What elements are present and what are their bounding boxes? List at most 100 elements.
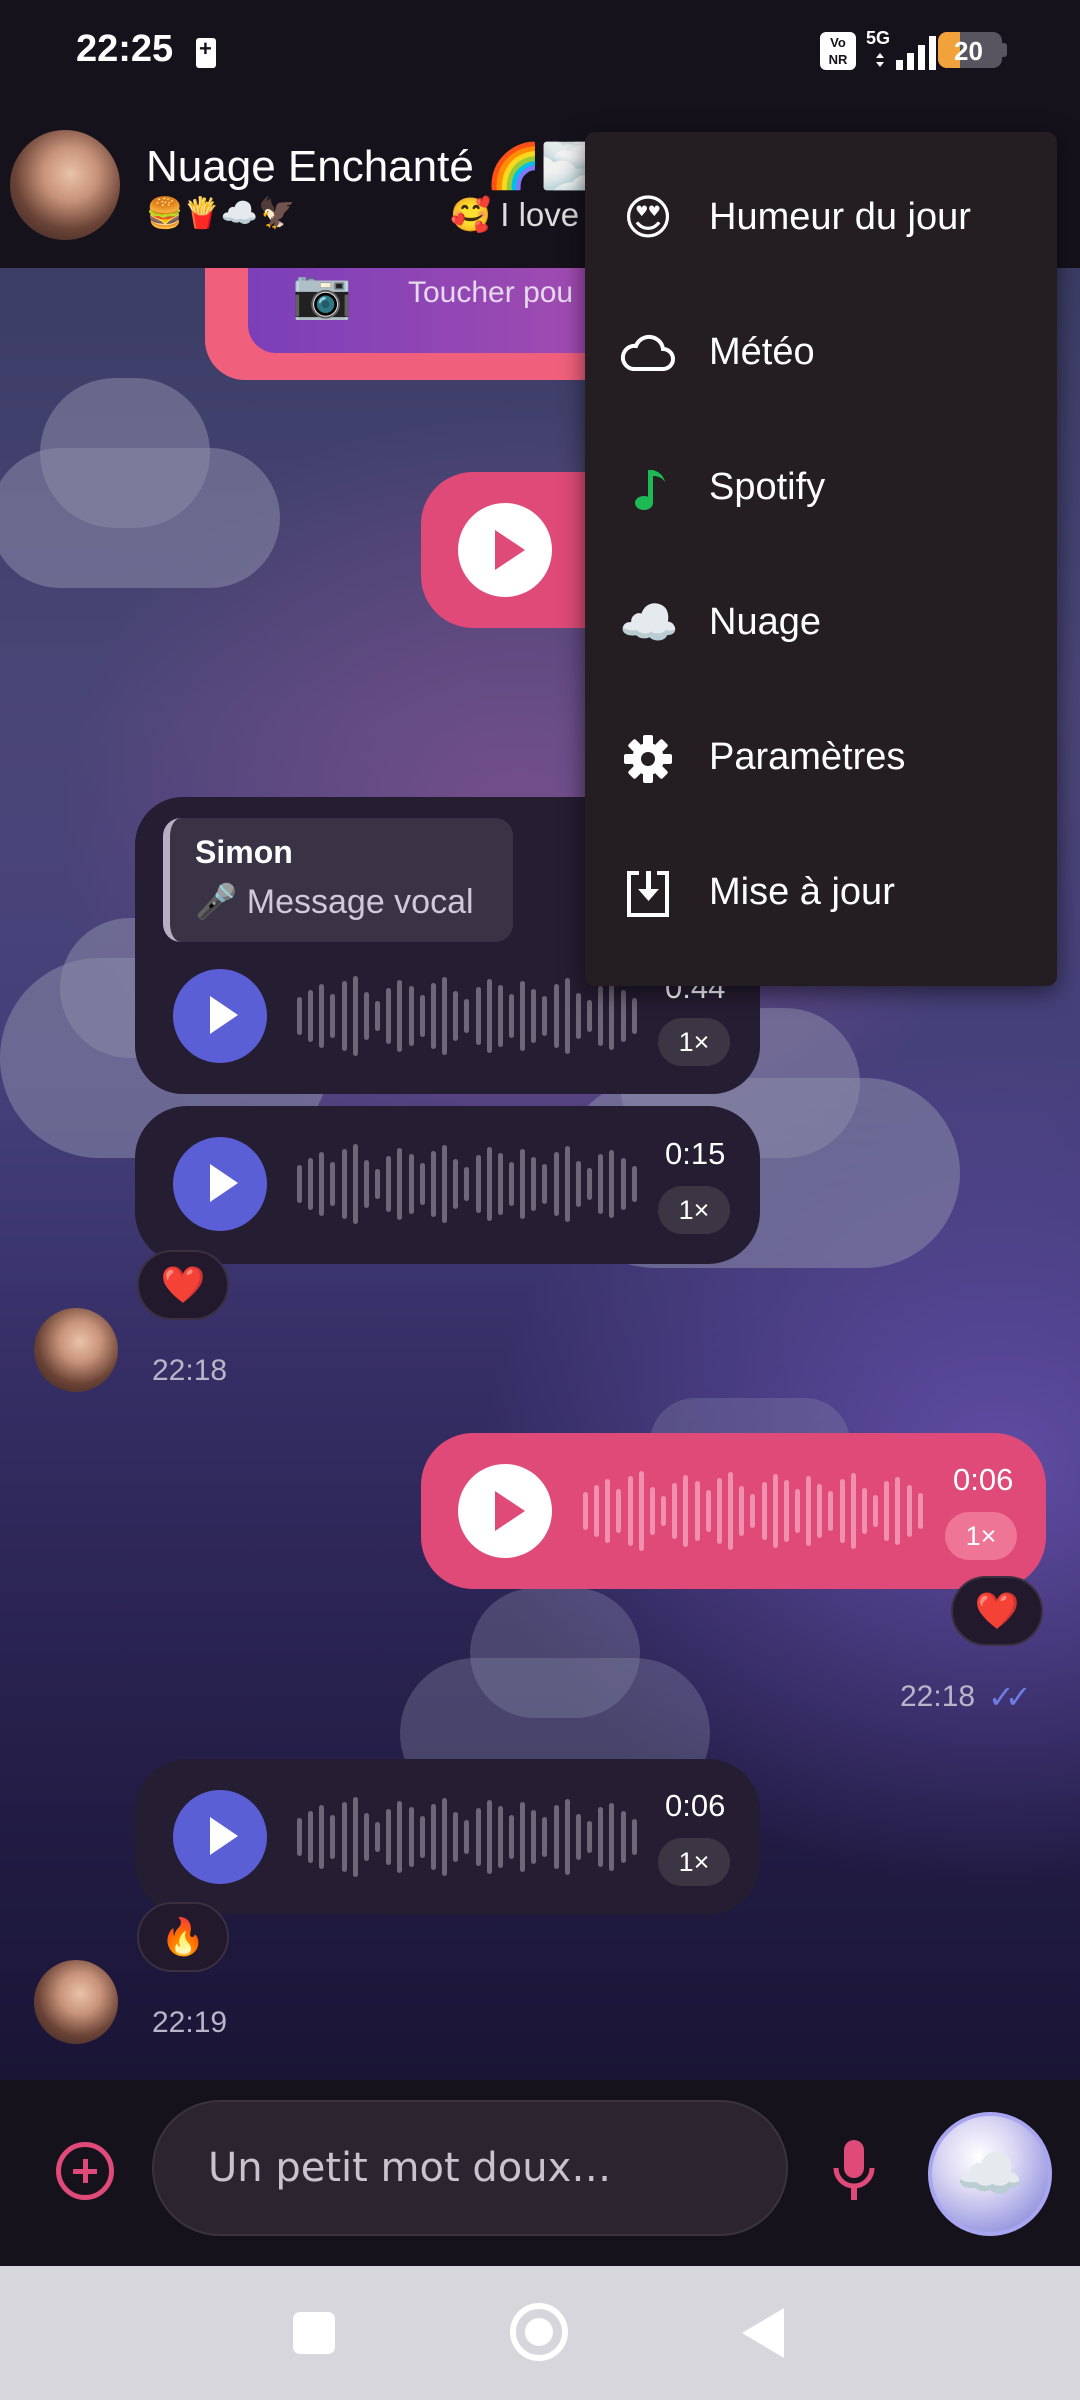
waveform-bar xyxy=(475,1155,481,1213)
waveform-bar xyxy=(609,1803,615,1871)
play-button[interactable] xyxy=(173,1137,267,1231)
waveform-bar xyxy=(839,1479,845,1543)
contact-avatar[interactable] xyxy=(10,130,120,240)
message-reaction[interactable]: ❤️ xyxy=(951,1576,1043,1646)
contact-status-emojis: 🍔🍟☁️🦅 xyxy=(146,197,296,230)
message-timestamp: 22:18 xyxy=(152,1354,228,1387)
waveform-bar xyxy=(564,1146,570,1222)
playback-speed-button[interactable]: 1× xyxy=(658,1186,730,1234)
waveform-bar xyxy=(308,1811,314,1863)
waveform-bar xyxy=(906,1485,912,1537)
play-button[interactable] xyxy=(458,503,552,597)
menu-item-humeur[interactable]: 😍 Humeur du jour xyxy=(585,150,1057,285)
waveform-bar xyxy=(464,1820,470,1854)
waveform-bar xyxy=(430,1804,436,1870)
wallpaper-cloud xyxy=(40,378,210,528)
waveform-bar xyxy=(917,1493,923,1529)
waveform-bar xyxy=(620,1158,626,1210)
waveform-bar xyxy=(884,1481,890,1541)
waveform-bar xyxy=(352,976,358,1056)
waveform-bar xyxy=(508,994,514,1038)
back-button[interactable] xyxy=(742,2308,784,2358)
waveform-bar xyxy=(605,1479,611,1543)
play-button[interactable] xyxy=(173,1790,267,1884)
waveform-bar xyxy=(308,990,314,1042)
waveform-bar xyxy=(705,1490,711,1532)
waveform-bar xyxy=(873,1495,879,1527)
microphone-icon[interactable] xyxy=(830,2138,878,2206)
menu-item-label: Météo xyxy=(709,331,815,373)
playback-speed-button[interactable]: 1× xyxy=(945,1512,1017,1560)
voice-waveform[interactable] xyxy=(297,974,637,1058)
waveform-bar xyxy=(363,1160,369,1208)
heart-eyes-emoji-icon: 😍 xyxy=(622,192,674,245)
contact-name[interactable]: Nuage Enchanté 🌈🌫️ xyxy=(146,140,596,192)
waveform-bar xyxy=(442,1798,448,1876)
waveform-bar xyxy=(520,981,526,1051)
message-input[interactable] xyxy=(152,2100,788,2236)
waveform-bar xyxy=(486,979,492,1053)
voice-waveform[interactable] xyxy=(297,1142,637,1226)
waveform-bar xyxy=(386,988,392,1044)
waveform-bar xyxy=(419,995,425,1037)
recents-button[interactable] xyxy=(293,2312,335,2354)
waveform-bar xyxy=(520,1802,526,1872)
playback-speed-button[interactable]: 1× xyxy=(658,1018,730,1066)
waveform-bar xyxy=(575,993,581,1039)
waveform-bar xyxy=(575,1161,581,1207)
battery-icon: 20 xyxy=(938,32,1002,68)
battery-level: 20 xyxy=(954,36,983,66)
waveform-bar xyxy=(297,1165,302,1203)
waveform-bar xyxy=(583,1492,588,1530)
message-timestamp: 22:19 xyxy=(152,2006,228,2039)
waveform-bar xyxy=(497,985,503,1047)
waveform-bar xyxy=(587,1000,593,1032)
wallpaper-cloud xyxy=(470,1588,640,1718)
add-attachment-button[interactable] xyxy=(56,2142,114,2200)
message-reaction[interactable]: ❤️ xyxy=(137,1250,229,1320)
waveform-bar xyxy=(497,1806,503,1868)
voice-waveform[interactable] xyxy=(297,1795,637,1879)
waveform-bar xyxy=(772,1474,778,1548)
waveform-bar xyxy=(861,1488,867,1534)
waveform-bar xyxy=(453,991,459,1041)
status-time: 22:25 xyxy=(76,28,174,70)
waveform-bar xyxy=(806,1476,812,1546)
waveform-bar xyxy=(661,1496,667,1526)
waveform-bar xyxy=(616,1489,622,1533)
menu-item-spotify[interactable]: Spotify xyxy=(585,420,1057,555)
message-timestamp: 22:18 xyxy=(900,1680,976,1713)
play-button[interactable] xyxy=(458,1464,552,1558)
waveform-bar xyxy=(542,1164,548,1204)
play-button[interactable] xyxy=(173,969,267,1063)
waveform-bar xyxy=(419,1163,425,1205)
waveform-bar xyxy=(363,1813,369,1861)
waveform-bar xyxy=(341,1802,347,1872)
waveform-bar xyxy=(397,980,403,1052)
waveform-bar xyxy=(564,978,570,1054)
send-cloud-button[interactable]: ☁️ xyxy=(928,2112,1052,2236)
reply-author: Simon xyxy=(195,834,293,870)
home-button[interactable] xyxy=(510,2303,568,2361)
playback-speed-button[interactable]: 1× xyxy=(658,1838,730,1886)
volte-icon: Vo NR xyxy=(820,32,856,70)
message-reaction[interactable]: 🔥 xyxy=(137,1902,229,1972)
waveform-bar xyxy=(352,1144,358,1224)
waveform-bar xyxy=(464,999,470,1033)
waveform-bar xyxy=(430,1151,436,1217)
menu-item-meteo[interactable]: Météo xyxy=(585,285,1057,420)
waveform-bar xyxy=(750,1494,756,1528)
waveform-bar xyxy=(363,992,369,1040)
voice-waveform[interactable] xyxy=(583,1469,923,1553)
menu-item-parametres[interactable]: Paramètres xyxy=(585,690,1057,825)
waveform-bar xyxy=(397,1801,403,1873)
waveform-bar xyxy=(850,1473,856,1549)
waveform-bar xyxy=(408,1807,414,1867)
waveform-bar xyxy=(375,1169,381,1199)
waveform-bar xyxy=(761,1482,767,1540)
sender-avatar[interactable] xyxy=(34,1308,118,1392)
sender-avatar[interactable] xyxy=(34,1960,118,2044)
waveform-bar xyxy=(464,1167,470,1201)
menu-item-nuage[interactable]: ☁️ Nuage xyxy=(585,555,1057,690)
menu-item-mise-a-jour[interactable]: Mise à jour xyxy=(585,825,1057,960)
